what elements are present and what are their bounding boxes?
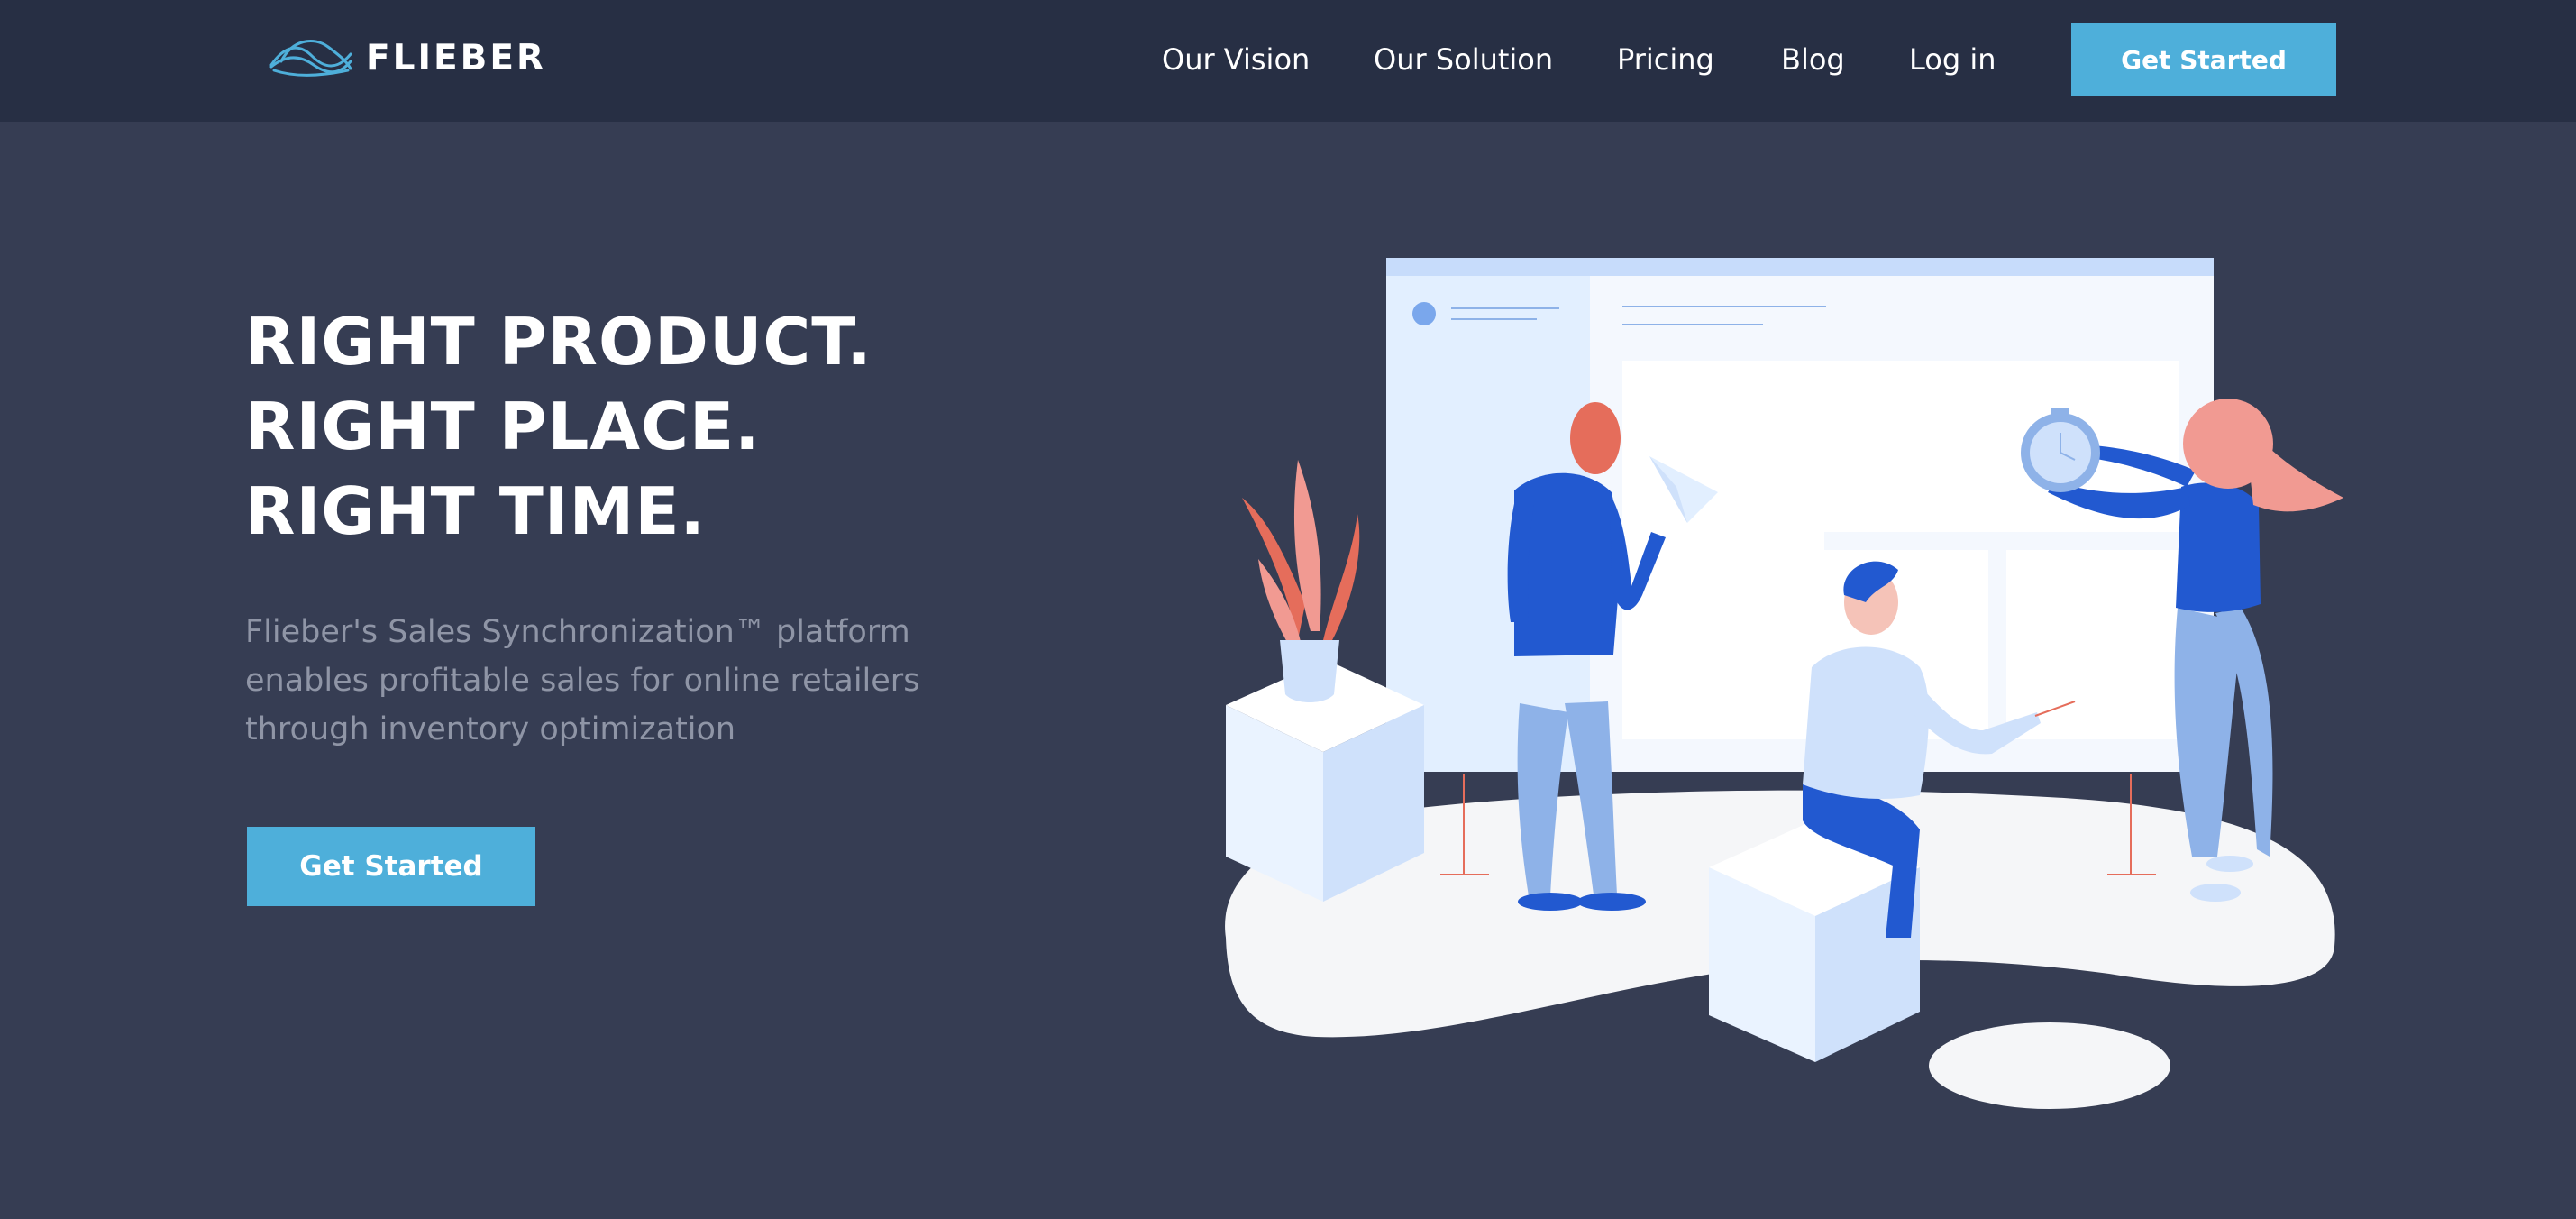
hero-title: RIGHT PRODUCT. RIGHT PLACE. RIGHT TIME. — [245, 299, 872, 554]
hero-title-line: RIGHT TIME. — [245, 473, 706, 549]
nav-link-our-solution[interactable]: Our Solution — [1374, 34, 1553, 85]
hero-description: Flieber's Sales Synchronization™ platfor… — [245, 614, 920, 747]
floor-puddle — [1929, 1022, 2170, 1109]
brand-name: FLIEBER — [366, 37, 547, 78]
brand-logo[interactable]: FLIEBER — [269, 29, 546, 87]
get-started-nav-button[interactable]: Get Started — [2071, 23, 2336, 96]
get-started-hero-button[interactable]: Get Started — [247, 827, 535, 906]
team-dashboard-illustration — [1225, 258, 2343, 1109]
potted-plant — [1242, 460, 1360, 702]
dashboard-board — [1386, 258, 2214, 772]
nav-link-blog[interactable]: Blog — [1781, 34, 1845, 85]
wave-logo-icon — [269, 39, 352, 77]
hero-title-line: RIGHT PLACE. — [245, 389, 761, 464]
nav-link-pricing[interactable]: Pricing — [1617, 34, 1714, 85]
top-navbar: FLIEBER Our Vision Our Solution Pricing … — [0, 0, 2576, 122]
nav-link-log-in[interactable]: Log in — [1909, 34, 1996, 85]
nav-link-our-vision[interactable]: Our Vision — [1162, 34, 1310, 85]
hero-title-line: RIGHT PRODUCT. — [245, 304, 872, 380]
